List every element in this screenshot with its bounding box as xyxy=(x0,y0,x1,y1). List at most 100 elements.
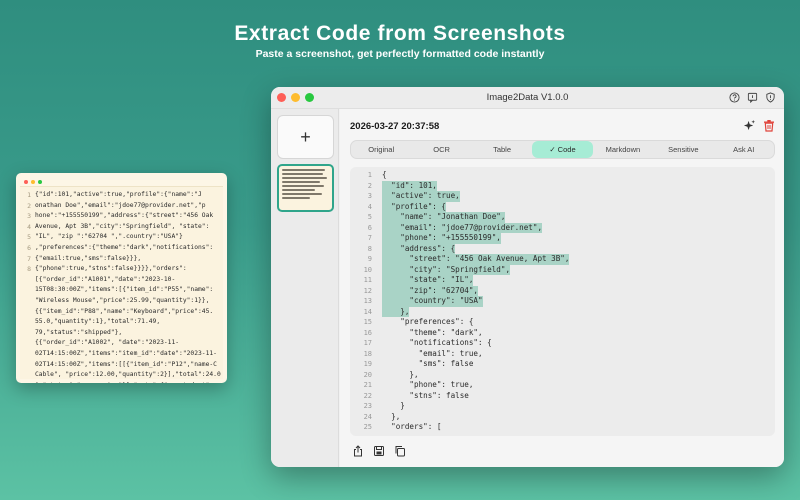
code-line-text: "theme": "dark", xyxy=(382,327,483,337)
screenshot-code: {"id":101,"active":true,"profile":{"name… xyxy=(35,190,221,383)
code-line-text: "zip": "62704", xyxy=(382,285,479,296)
line-number: 14 xyxy=(363,307,372,316)
share-icon[interactable] xyxy=(352,445,364,457)
code-line: "notifications": { xyxy=(382,338,769,349)
screenshot-gutter: 12345678 xyxy=(20,187,34,275)
tab-markdown[interactable]: Markdown xyxy=(593,141,653,158)
screenshot-line-number: 4 xyxy=(27,222,31,231)
line-number: 11 xyxy=(363,276,372,284)
code-line: "orders": [ xyxy=(382,422,769,433)
trash-icon[interactable] xyxy=(763,119,775,132)
screenshot-code-line: 15T08:30:00Z","items":[{"item_id":"P55",… xyxy=(35,286,214,294)
code-line: "preferences": { xyxy=(382,317,769,328)
screenshot-code-line: 55.0,"quantity":1},"total":71.49, xyxy=(35,318,161,326)
screenshot-line-number: 8 xyxy=(27,265,31,274)
tab-table[interactable]: Table xyxy=(472,141,532,158)
tab-askai[interactable]: Ask AI xyxy=(714,141,774,158)
code-line: "state": "IL", xyxy=(382,275,769,286)
hero-title: Extract Code from Screenshots xyxy=(234,22,566,45)
code-line: "email": true, xyxy=(382,349,769,360)
screenshot-line-number: 7 xyxy=(27,254,31,263)
code-line-text: "email": true, xyxy=(382,348,483,358)
screenshot-code-line: "Wireless Mouse","price":25.99,"quantity… xyxy=(35,296,210,304)
code-line-text: "street": "456 Oak Avenue, Apt 3B", xyxy=(382,254,570,265)
line-number: 1 xyxy=(367,171,372,179)
code-line: }, xyxy=(382,370,769,381)
view-tabs: Original OCR Table ✓ Code Markdown Sensitive A… xyxy=(350,140,775,159)
line-number: 20 xyxy=(363,370,372,379)
flag-icon[interactable] xyxy=(747,92,758,103)
code-line: "email": "jdoe77@provider.net", xyxy=(382,222,769,233)
line-number: 9 xyxy=(367,255,372,263)
code-panel[interactable]: 1 2 3 4 5 6 7 8 9 10 11 12 13 14 15 16 17 18 19 20 21 22 23 24 2… xyxy=(350,167,775,436)
code-line-text: "address": { xyxy=(382,243,456,254)
code-line: "sms": false xyxy=(382,359,769,370)
screenshot-line-number: 5 xyxy=(27,233,31,242)
app-window: Image2Data V1.0.0 + 2026-03-27 20:37:58 … xyxy=(271,87,784,467)
line-number: 22 xyxy=(363,391,372,400)
line-number: 18 xyxy=(363,349,372,358)
screenshot-code-line: Cable", "price":12.00,"quantity":2}],"to… xyxy=(35,371,221,379)
line-number: 5 xyxy=(367,213,372,221)
line-number: 2 xyxy=(367,181,372,190)
add-screenshot-button[interactable]: + xyxy=(277,115,334,159)
code-line-text: }, xyxy=(382,306,410,317)
titlebar: Image2Data V1.0.0 xyxy=(271,87,784,109)
code-line: "street": "456 Oak Avenue, Apt 3B", xyxy=(382,254,769,265)
sidebar: + xyxy=(271,109,339,467)
code-line-text: "name": "Jonathan Doe", xyxy=(382,212,506,223)
screenshot-code-line: {"phone":true,"stns":false}}}},"orders": xyxy=(35,265,187,273)
code-line: "stns": false xyxy=(382,391,769,402)
code-line-text: "sms": false xyxy=(382,359,474,368)
code-line-text: "orders": [ xyxy=(382,422,442,431)
code-line-text: "email": "jdoe77@provider.net", xyxy=(382,222,543,233)
code-view[interactable]: { "id": 101, "active": true, "profile": … xyxy=(382,170,769,433)
line-number: 6 xyxy=(367,223,372,232)
tab-original[interactable]: Original xyxy=(351,141,411,158)
window-title: Image2Data V1.0.0 xyxy=(486,92,569,103)
tab-sensitive[interactable]: Sensitive xyxy=(653,141,713,158)
tab-ocr[interactable]: OCR xyxy=(411,141,471,158)
line-number: 16 xyxy=(363,328,372,337)
shield-icon[interactable] xyxy=(765,92,776,103)
save-icon[interactable] xyxy=(373,445,385,457)
source-screenshot: 12345678 {"id":101,"active":true,"profil… xyxy=(16,173,227,383)
code-line: "phone": true, xyxy=(382,380,769,391)
code-line-text: "phone": true, xyxy=(382,380,474,389)
screenshot-code-line: 79,"status":"shipped"}, xyxy=(35,328,123,336)
line-number: 8 xyxy=(367,244,372,253)
code-line-text: "state": "IL", xyxy=(382,275,474,286)
sparkle-icon[interactable] xyxy=(743,119,756,132)
screenshot-traffic-lights xyxy=(24,180,42,184)
code-line: } xyxy=(382,401,769,412)
screenshot-code-line: [{"order_id":"A1001","date":"2023-10- xyxy=(35,275,176,283)
bottom-toolbar xyxy=(352,445,406,457)
line-number: 15 xyxy=(363,318,372,326)
help-icon[interactable] xyxy=(729,92,740,103)
code-line: "id": 101, xyxy=(382,180,769,191)
line-number-gutter: 1 2 3 4 5 6 7 8 9 10 11 12 13 14 15 16 17 18 19 20 21 22 23 24 2… xyxy=(350,170,376,433)
screenshot-code-line: "IL", "zip ":"62704 ",".country":"USA"} xyxy=(35,233,183,241)
screenshot-code-line: {{"order_id":"A1002", "date":"2023-11- xyxy=(35,339,180,347)
screenshot-thumbnail[interactable] xyxy=(277,164,334,212)
screenshot-code-line: 02T14:15:00Z","items":"item_id":"date":"… xyxy=(35,349,217,357)
code-line-text: } xyxy=(382,401,405,410)
main-panel: 2026-03-27 20:37:58 Original OCR Table ✓ Co… xyxy=(340,109,784,467)
code-line-text: "stns": false xyxy=(382,390,469,400)
line-number: 24 xyxy=(363,412,372,421)
code-line: "zip": "62704", xyxy=(382,285,769,296)
code-line-text: "profile": { xyxy=(382,201,447,212)
copy-icon[interactable] xyxy=(394,445,406,457)
code-line: "city": "Springfield", xyxy=(382,264,769,275)
line-number: 4 xyxy=(367,202,372,211)
code-line: "name": "Jonathan Doe", xyxy=(382,212,769,223)
code-line: "active": true, xyxy=(382,191,769,202)
screenshot-code-line: Avenue, Apt 3B","city":"Springfield", "s… xyxy=(35,222,210,230)
line-number: 19 xyxy=(363,360,372,368)
screenshot-line-number: 3 xyxy=(27,212,31,221)
line-number: 23 xyxy=(363,402,372,410)
screenshot-line-number: 6 xyxy=(27,243,31,252)
line-number: 3 xyxy=(367,192,372,200)
tab-code[interactable]: ✓ Code xyxy=(532,141,593,158)
screenshot-code-line: {{"item_id":"P88","name":"Keyboard","pri… xyxy=(35,307,214,315)
